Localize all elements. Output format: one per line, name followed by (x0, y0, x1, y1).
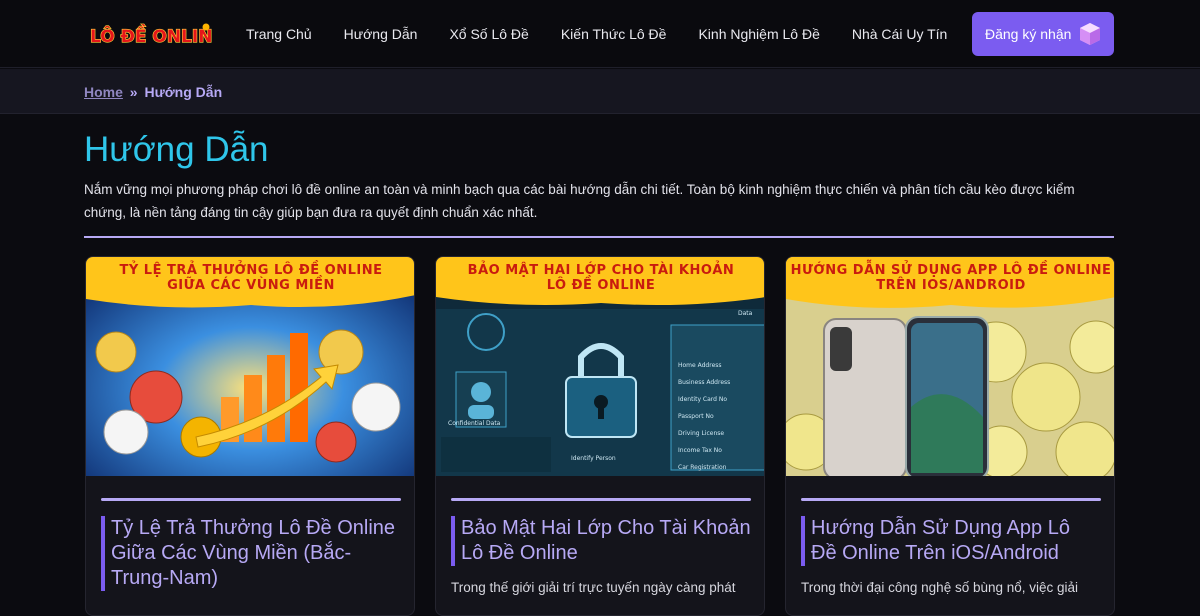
nav-nha-cai-uy-tin[interactable]: Nhà Cái Uy Tín (836, 26, 963, 42)
article-card[interactable]: TỶ LỆ TRẢ THƯỞNG LÔ ĐỀ ONLINE GIỮA CÁC V… (85, 256, 415, 616)
site-logo[interactable]: LÔ ĐỀ ONLINE (88, 22, 224, 48)
register-button-label: Đăng ký nhận (985, 26, 1072, 42)
svg-text:Identity Card No: Identity Card No (678, 396, 727, 403)
card-accent-bar (101, 498, 401, 501)
nav-kinh-nghiem-lo-de[interactable]: Kinh Nghiệm Lô Đề (682, 26, 835, 42)
svg-text:Identify Person: Identify Person (571, 455, 616, 462)
card-title-wrap: Tỷ Lệ Trả Thưởng Lô Đề Online Giữa Các V… (101, 516, 401, 591)
svg-text:Passport No: Passport No (678, 413, 714, 420)
page-intro: Nắm vững mọi phương pháp chơi lô đề onli… (84, 182, 1075, 220)
nav-huong-dan[interactable]: Hướng Dẫn (328, 26, 434, 42)
card-title[interactable]: Tỷ Lệ Trả Thưởng Lô Đề Online Giữa Các V… (111, 516, 401, 591)
main-nav: Trang Chủ Hướng Dẫn Xổ Số Lô Đề Kiến Thứ… (230, 0, 963, 68)
svg-text:Driving License: Driving License (678, 430, 724, 437)
nav-xo-so-lo-de[interactable]: Xổ Số Lô Đề (433, 26, 544, 42)
card-title[interactable]: Hướng Dẫn Sử Dụng App Lô Đề Online Trên … (811, 516, 1101, 566)
card-excerpt: Trong thế giới giải trí trực tuyến ngày … (451, 580, 736, 595)
breadcrumb: Home » Hướng Dẫn (84, 84, 222, 100)
gem-icon (1080, 23, 1100, 45)
breadcrumb-bar: Home » Hướng Dẫn (0, 69, 1200, 114)
card-accent-bar (451, 498, 751, 501)
register-button[interactable]: Đăng ký nhận (972, 12, 1114, 56)
svg-text:Home Address: Home Address (678, 362, 722, 369)
breadcrumb-separator: » (129, 84, 138, 100)
breadcrumb-home-link[interactable]: Home (84, 84, 123, 100)
svg-text:Business Address: Business Address (678, 379, 730, 386)
svg-text:Data: Data (738, 310, 753, 317)
article-thumbnail[interactable]: Data Home Address Business Address Ident… (436, 257, 764, 476)
svg-text:Income Tax No: Income Tax No (678, 447, 722, 454)
site-header: LÔ ĐỀ ONLINE Trang Chủ Hướng Dẫn Xổ Số L… (0, 0, 1200, 68)
article-card[interactable]: HƯỚNG DẪN SỬ DỤNG APP LÔ ĐỀ ONLINE TRÊN … (785, 256, 1115, 616)
card-title-wrap: Bảo Mật Hai Lớp Cho Tài Khoản Lô Đề Onli… (451, 516, 751, 566)
card-title-wrap: Hướng Dẫn Sử Dụng App Lô Đề Online Trên … (801, 516, 1101, 566)
page-title: Hướng Dẫn (84, 130, 269, 169)
nav-kien-thuc-lo-de[interactable]: Kiến Thức Lô Đề (545, 26, 683, 42)
card-accent-bar (801, 498, 1101, 501)
breadcrumb-current: Hướng Dẫn (144, 84, 223, 100)
article-card[interactable]: Data Home Address Business Address Ident… (435, 256, 765, 616)
logo-text: LÔ ĐỀ ONLINE (90, 23, 212, 47)
section-divider (84, 236, 1114, 238)
svg-text:Confidential Data: Confidential Data (448, 420, 501, 427)
nav-trang-chu[interactable]: Trang Chủ (230, 26, 328, 42)
card-title[interactable]: Bảo Mật Hai Lớp Cho Tài Khoản Lô Đề Onli… (461, 516, 751, 566)
svg-text:Car Registration: Car Registration (678, 464, 727, 471)
thumbnail-heading: TỶ LỆ TRẢ THƯỞNG LÔ ĐỀ ONLINE GIỮA CÁC V… (119, 263, 383, 293)
thumbnail-heading: HƯỚNG DẪN SỬ DỤNG APP LÔ ĐỀ ONLINE TRÊN … (790, 263, 1112, 293)
thumbnail-heading: BẢO MẬT HAI LỚP CHO TÀI KHOẢN LÔ ĐỀ ONLI… (467, 263, 735, 293)
card-excerpt: Trong thời đại công nghệ số bùng nổ, việ… (801, 580, 1079, 595)
article-thumbnail[interactable]: HƯỚNG DẪN SỬ DỤNG APP LÔ ĐỀ ONLINE TRÊN … (786, 257, 1114, 476)
article-thumbnail[interactable]: TỶ LỆ TRẢ THƯỞNG LÔ ĐỀ ONLINE GIỮA CÁC V… (86, 257, 414, 476)
